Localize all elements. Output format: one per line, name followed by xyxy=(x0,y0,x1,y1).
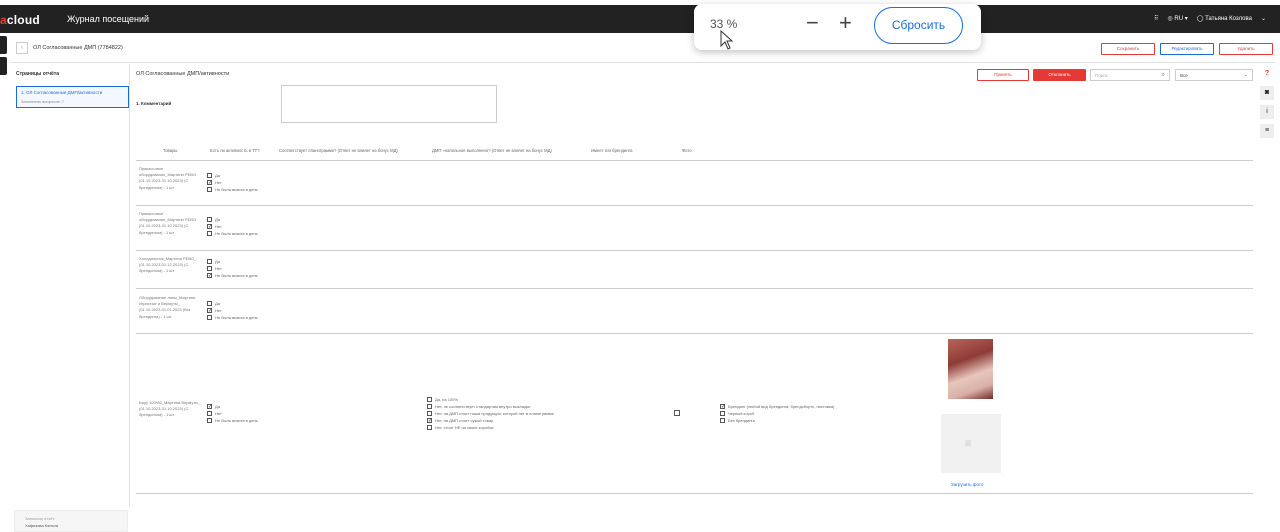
header-activity: Есть ли активность в ТТ? xyxy=(210,148,260,153)
branding-option[interactable]: Черный короб xyxy=(720,410,834,417)
header-photo: Фото xyxy=(682,148,692,153)
page-title: ОЛ Согласованные ДМП (7784822) xyxy=(33,45,123,51)
row-divider xyxy=(136,333,1253,334)
header-products: Товары xyxy=(163,148,178,153)
branding-option[interactable]: Без брендинга xyxy=(720,417,834,424)
apps-grid-icon[interactable]: ⠿ xyxy=(1154,15,1158,22)
chevron-down-icon: ⌄ xyxy=(1243,72,1248,78)
option-no[interactable]: ✓ Нет xyxy=(207,307,258,314)
panel-title: Страницы отчёта xyxy=(16,71,60,77)
option-yes[interactable]: ✓ Да xyxy=(207,403,258,410)
side-tab-menu[interactable] xyxy=(0,36,7,54)
side-tab-panel[interactable] xyxy=(0,57,7,75)
camera-icon[interactable]: ◙ xyxy=(1260,86,1274,100)
upload-photo-link[interactable]: Загрузить фото xyxy=(951,482,983,487)
save-button[interactable]: Сохранить xyxy=(1101,43,1155,55)
author-name: Хафизова Кэльна xyxy=(25,523,58,528)
plan-option[interactable]: ✓ Нет, на ДМП стоит чужой товар xyxy=(427,417,554,424)
option-no[interactable]: Нет xyxy=(207,265,258,272)
plan-option[interactable]: Нет, на ДМП стоит наша продукция, которо… xyxy=(427,410,554,417)
header-planogram: Соответствует планограмме? (Ответ не вли… xyxy=(279,148,398,153)
option-no-visit[interactable]: Не было визита в день xyxy=(207,417,258,424)
planogram-options: Да, на 100% Нет, не соответствует станда… xyxy=(427,396,554,431)
plan-option[interactable]: Нет, стоит НЕ на своих коробах xyxy=(427,424,554,431)
report-page-item[interactable]: 1. ОЛ Согласованные ДМП/активности Запол… xyxy=(16,86,129,108)
right-toolbar: ? ◙ i ≡ xyxy=(1260,67,1276,143)
search-icon: ⌕ xyxy=(1161,72,1165,78)
row-divider xyxy=(136,160,1253,161)
report-author-card: Заполнил отчёт: Хафизова Кэльна xyxy=(14,510,128,532)
report-pages-panel: Страницы отчёта 1. ОЛ Согласованные ДМП/… xyxy=(10,64,130,506)
row-divider xyxy=(136,250,1253,251)
option-no[interactable]: ✓ Нет xyxy=(207,179,258,186)
divider xyxy=(10,62,1275,63)
branding-options: ✓ Брендинг (любой вид брендинга, брендсбо… xyxy=(720,403,834,424)
back-button[interactable]: ‹ xyxy=(16,42,28,54)
option-no-visit[interactable]: ✓ Не было визита в день xyxy=(207,272,258,279)
activity-options: Да ✓ Нет Не было визита в день xyxy=(207,300,258,321)
author-label: Заполнил отчёт: xyxy=(25,516,56,521)
zoom-level: 33 % xyxy=(710,17,738,31)
delete-button[interactable]: Удалить xyxy=(1219,43,1273,55)
chevron-down-icon[interactable]: ⌄ xyxy=(1261,15,1266,22)
photo-upload-area[interactable]: ◙ xyxy=(941,414,1001,473)
product-name: Прикассовое оборудование_Мартини PEBO (0… xyxy=(139,211,197,235)
comment-label: 1. Комментарий xyxy=(136,101,172,106)
breadcrumb-bar: ‹ ОЛ Согласованные ДМП (7784822) Сохрани… xyxy=(10,40,1275,58)
edit-button[interactable]: Редактировать xyxy=(1160,43,1214,55)
camera-icon: ◙ xyxy=(965,438,972,449)
product-name: Бару 100*80_Мартини Вермуты_ (01.10.2023… xyxy=(139,400,201,418)
language-selector[interactable]: ◎ RU ▾ xyxy=(1167,15,1187,22)
option-yes[interactable]: Да xyxy=(207,300,258,307)
app-logo[interactable]: acloud xyxy=(0,13,40,27)
option-yes[interactable]: Да xyxy=(207,258,258,265)
comment-textarea[interactable] xyxy=(281,85,497,123)
option-yes[interactable]: Да xyxy=(207,172,258,179)
reject-button[interactable]: Отклонить xyxy=(1033,69,1086,81)
product-name: Оборудование липы_Мартини Игристые и Вер… xyxy=(139,295,196,319)
section-title: ОЛ Согласованные ДМП/активности xyxy=(136,71,230,77)
help-icon[interactable]: ? xyxy=(1260,67,1274,81)
product-name: Холодильник_Мартини PEBO_ (01.10.2023-01… xyxy=(139,256,197,274)
header-dmp: ДМП «напольное выполнено? (Ответ не влия… xyxy=(432,148,552,153)
side-tabs xyxy=(0,36,7,78)
search-input[interactable]: Поиск ⌕ xyxy=(1090,69,1170,81)
top-bar: acloud Журнал посещений ⠿ ◎ RU ▾ ◯ Татья… xyxy=(0,5,1280,33)
option-no-visit[interactable]: Не было визита в день xyxy=(207,230,258,237)
product-photo[interactable] xyxy=(948,339,993,399)
zoom-in-button[interactable]: + xyxy=(839,10,852,36)
activity-options: Да ✓ Нет Не было визита в день xyxy=(207,216,258,237)
option-no-visit[interactable]: Не было визита в день xyxy=(207,186,258,193)
row-divider xyxy=(136,205,1253,206)
zoom-out-button[interactable]: − xyxy=(806,10,819,36)
option-no-visit[interactable]: Не было визита в день xyxy=(207,314,258,321)
plan-option[interactable]: Нет, не соответствует стандартам внутри … xyxy=(427,403,554,410)
zoom-reset-button[interactable]: Сбросить xyxy=(874,7,963,44)
info-icon[interactable]: i xyxy=(1260,105,1274,119)
header-branding: Имеет тип брендинга xyxy=(591,148,633,153)
accept-button[interactable]: Принять xyxy=(977,69,1029,81)
option-no[interactable]: Нет xyxy=(207,410,258,417)
row-divider xyxy=(136,288,1253,289)
activity-options: Да ✓ Нет Не было визита в день xyxy=(207,172,258,193)
page-item-subtitle: Заполнено вопросов: 7 xyxy=(21,99,65,104)
list-icon[interactable]: ≡ xyxy=(1260,124,1274,138)
user-menu[interactable]: ◯ Татьяна Козлова xyxy=(1197,15,1252,22)
page-item-title: 1. ОЛ Согласованные ДМП/активности xyxy=(21,90,103,95)
activity-options: Да Нет ✓ Не было визита в день xyxy=(207,258,258,279)
option-no[interactable]: ✓ Нет xyxy=(207,223,258,230)
top-right-controls: ⠿ ◎ RU ▾ ◯ Татьяна Козлова ⌄ xyxy=(1154,15,1266,22)
product-name: Прикассовое оборудование_Мартини PEBO (0… xyxy=(139,166,197,190)
filter-select[interactable]: Все ⌄ xyxy=(1175,69,1253,81)
row-divider xyxy=(136,493,1253,494)
branding-option[interactable]: ✓ Брендинг (любой вид брендинга, брендсбо… xyxy=(720,403,834,410)
activity-options: ✓ Да Нет Не было визита в день xyxy=(207,403,258,424)
plan-option[interactable]: Да, на 100% xyxy=(427,396,554,403)
option-yes[interactable]: Да xyxy=(207,216,258,223)
app-title: Журнал посещений xyxy=(67,14,150,24)
dmp-checkbox[interactable] xyxy=(674,410,680,416)
